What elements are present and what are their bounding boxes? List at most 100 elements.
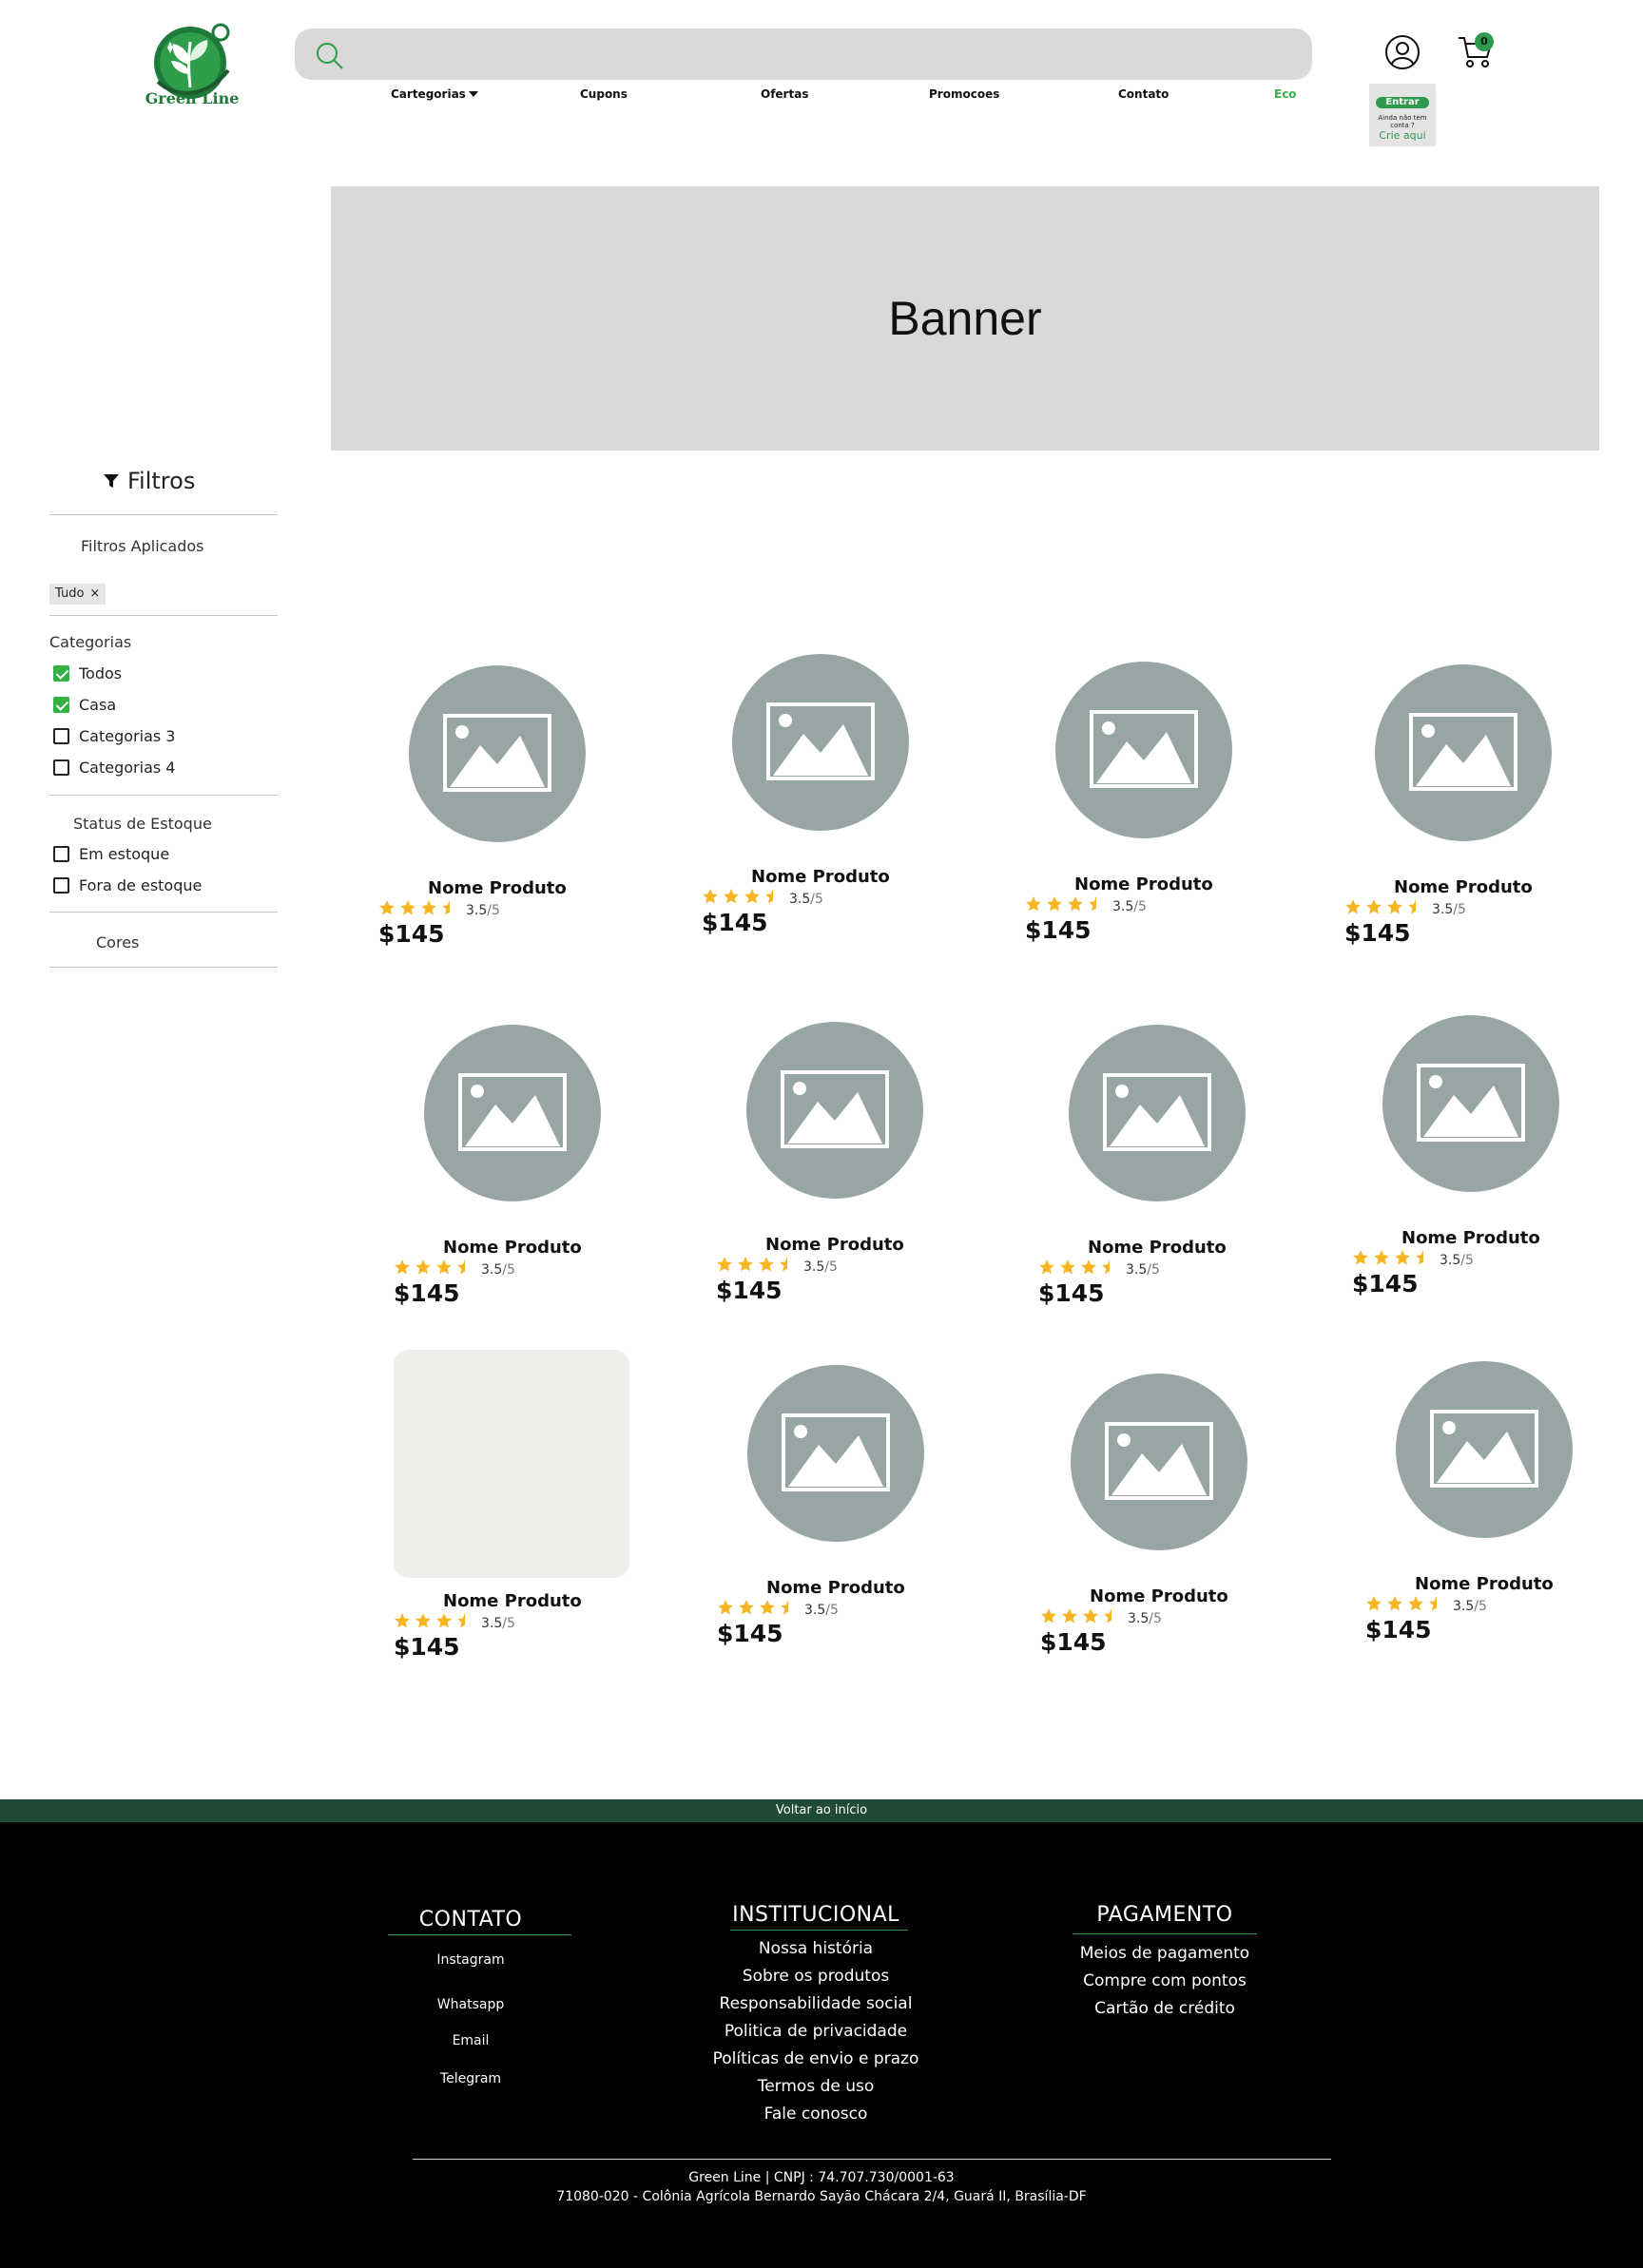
nav-item-eco[interactable]: Eco: [1274, 87, 1297, 101]
image-placeholder-icon[interactable]: [1055, 662, 1232, 838]
footer-link-email[interactable]: Email: [399, 2033, 542, 2048]
category-checkbox-4[interactable]: Categorias 4: [53, 759, 175, 777]
stock-checkbox-in-stock[interactable]: Em estoque: [53, 845, 169, 863]
category-checkbox-casa[interactable]: Casa: [53, 696, 116, 714]
product-card[interactable]: Nome Produto 3.5/5 $145: [1365, 1361, 1594, 1646]
star-half-icon: [779, 1256, 796, 1278]
product-card[interactable]: Nome Produto 3.5/5 $145: [1038, 1025, 1266, 1310]
checkbox-checked-icon[interactable]: [53, 697, 69, 713]
footer-link-termos[interactable]: Termos de uso: [683, 2077, 949, 2096]
image-placeholder-icon[interactable]: [424, 1025, 601, 1201]
product-card[interactable]: Nome Produto 3.5/5 $145: [1040, 1374, 1268, 1659]
footer-link-privacidade[interactable]: Politica de privacidade: [683, 2022, 949, 2041]
back-to-top-button[interactable]: Voltar ao início: [0, 1799, 1643, 1822]
product-card[interactable]: Nome Produto 3.5/5 $145: [378, 665, 607, 951]
image-placeholder-icon[interactable]: [1071, 1374, 1247, 1550]
product-name[interactable]: Nome Produto: [443, 1591, 582, 1611]
user-icon[interactable]: [1384, 34, 1421, 70]
divider: [730, 1930, 908, 1931]
star-icon: [1080, 1259, 1097, 1280]
product-name[interactable]: Nome Produto: [1074, 875, 1213, 894]
star-icon: [1407, 1595, 1424, 1617]
image-placeholder-icon[interactable]: [1069, 1025, 1246, 1201]
footer-link-telegram[interactable]: Telegram: [399, 2071, 542, 2086]
image-placeholder-icon[interactable]: [747, 1365, 924, 1542]
rating-max: /5: [502, 1261, 515, 1278]
nav-item-categorias[interactable]: Cartegorias: [391, 87, 478, 101]
divider: [413, 2159, 1331, 2160]
product-price: $145: [1040, 1628, 1107, 1656]
footer-link-meios-pagamento[interactable]: Meios de pagamento: [1055, 1944, 1274, 1963]
colors-filter-title[interactable]: Cores: [96, 933, 139, 951]
checkbox-icon[interactable]: [53, 728, 69, 744]
star-icon: [1386, 1595, 1403, 1617]
search-icon[interactable]: [314, 40, 346, 72]
star-icon: [737, 1256, 754, 1278]
star-icon: [415, 1612, 432, 1634]
product-name[interactable]: Nome Produto: [751, 867, 890, 887]
product-card[interactable]: Nome Produto 3.5/5 $145: [717, 1365, 945, 1650]
footer-link-pontos[interactable]: Compre com pontos: [1055, 1971, 1274, 1990]
product-name[interactable]: Nome Produto: [1394, 877, 1533, 897]
footer-link-envio[interactable]: Políticas de envio e prazo: [683, 2049, 949, 2068]
nav-item-contato[interactable]: Contato: [1118, 87, 1169, 101]
category-checkbox-todos[interactable]: Todos: [53, 664, 122, 682]
checkbox-checked-icon[interactable]: [53, 665, 69, 682]
image-placeholder-icon[interactable]: [746, 1022, 923, 1199]
footer-link-historia[interactable]: Nossa história: [683, 1939, 949, 1958]
image-placeholder-icon[interactable]: [1382, 1015, 1559, 1192]
checkbox-icon[interactable]: [53, 759, 69, 776]
product-name[interactable]: Nome Produto: [428, 878, 567, 898]
stock-checkbox-out-of-stock[interactable]: Fora de estoque: [53, 876, 202, 894]
footer-link-instagram[interactable]: Instagram: [399, 1952, 542, 1968]
close-icon[interactable]: ×: [89, 586, 100, 601]
hero-banner[interactable]: Banner: [331, 186, 1599, 451]
image-placeholder-icon[interactable]: [1396, 1361, 1573, 1538]
nav-item-cupons[interactable]: Cupons: [580, 87, 628, 101]
product-card[interactable]: Nome Produto 3.5/5 $145: [394, 1025, 622, 1310]
rating-max: /5: [1133, 898, 1147, 914]
login-button[interactable]: Entrar: [1376, 97, 1429, 108]
rating-value: 3.5: [789, 891, 811, 907]
filter-funnel-icon: [104, 474, 119, 488]
image-placeholder-icon[interactable]: [732, 654, 909, 831]
footer-link-cartao[interactable]: Cartão de crédito: [1055, 1999, 1274, 2018]
product-name[interactable]: Nome Produto: [1090, 1586, 1228, 1606]
product-name[interactable]: Nome Produto: [766, 1578, 905, 1598]
search-bar[interactable]: [295, 29, 1312, 80]
product-name[interactable]: Nome Produto: [1401, 1228, 1540, 1248]
footer-link-whatsapp[interactable]: Whatsapp: [399, 1997, 542, 2012]
product-card[interactable]: Nome Produto 3.5/5 $145: [1344, 664, 1573, 950]
category-checkbox-3[interactable]: Categorias 3: [53, 727, 175, 745]
checkbox-icon[interactable]: [53, 877, 69, 894]
search-input[interactable]: [356, 36, 1287, 72]
cart-count-badge: 0: [1475, 32, 1494, 51]
product-name[interactable]: Nome Produto: [765, 1235, 904, 1255]
product-card[interactable]: Nome Produto 3.5/5 $145: [716, 1022, 944, 1307]
nav-item-ofertas[interactable]: Ofertas: [761, 87, 808, 101]
rating-value: 3.5: [481, 1615, 503, 1631]
image-placeholder-icon[interactable]: [409, 665, 586, 842]
product-name[interactable]: Nome Produto: [1088, 1238, 1227, 1258]
product-image[interactable]: [394, 1350, 629, 1578]
product-name[interactable]: Nome Produto: [443, 1238, 582, 1258]
product-card[interactable]: Nome Produto 3.5/5 $145: [1352, 1015, 1580, 1300]
product-card[interactable]: Nome Produto 3.5/5 $145: [1025, 662, 1253, 947]
product-card[interactable]: Nome Produto 3.5/5 $145: [702, 654, 930, 939]
product-name[interactable]: Nome Produto: [1415, 1574, 1554, 1594]
checkbox-icon[interactable]: [53, 846, 69, 862]
footer-link-produtos[interactable]: Sobre os produtos: [683, 1967, 949, 1986]
product-card[interactable]: Nome Produto 3.5/5 $145: [394, 1350, 629, 1661]
product-rating: 3.5/5: [394, 1259, 515, 1280]
footer-link-fale-conosco[interactable]: Fale conosco: [683, 2105, 949, 2124]
star-icon: [1025, 895, 1042, 917]
image-placeholder-icon[interactable]: [1375, 664, 1552, 841]
footer-link-responsabilidade[interactable]: Responsabilidade social: [683, 1994, 949, 2013]
star-icon: [1365, 1595, 1382, 1617]
nav-item-promocoes[interactable]: Promocoes: [929, 87, 999, 101]
signup-link[interactable]: Crie aqui: [1369, 129, 1436, 142]
product-price: $145: [1344, 919, 1411, 947]
star-icon: [394, 1259, 411, 1280]
star-icon: [394, 1612, 411, 1634]
applied-filter-chip[interactable]: Tudo ×: [49, 584, 106, 605]
